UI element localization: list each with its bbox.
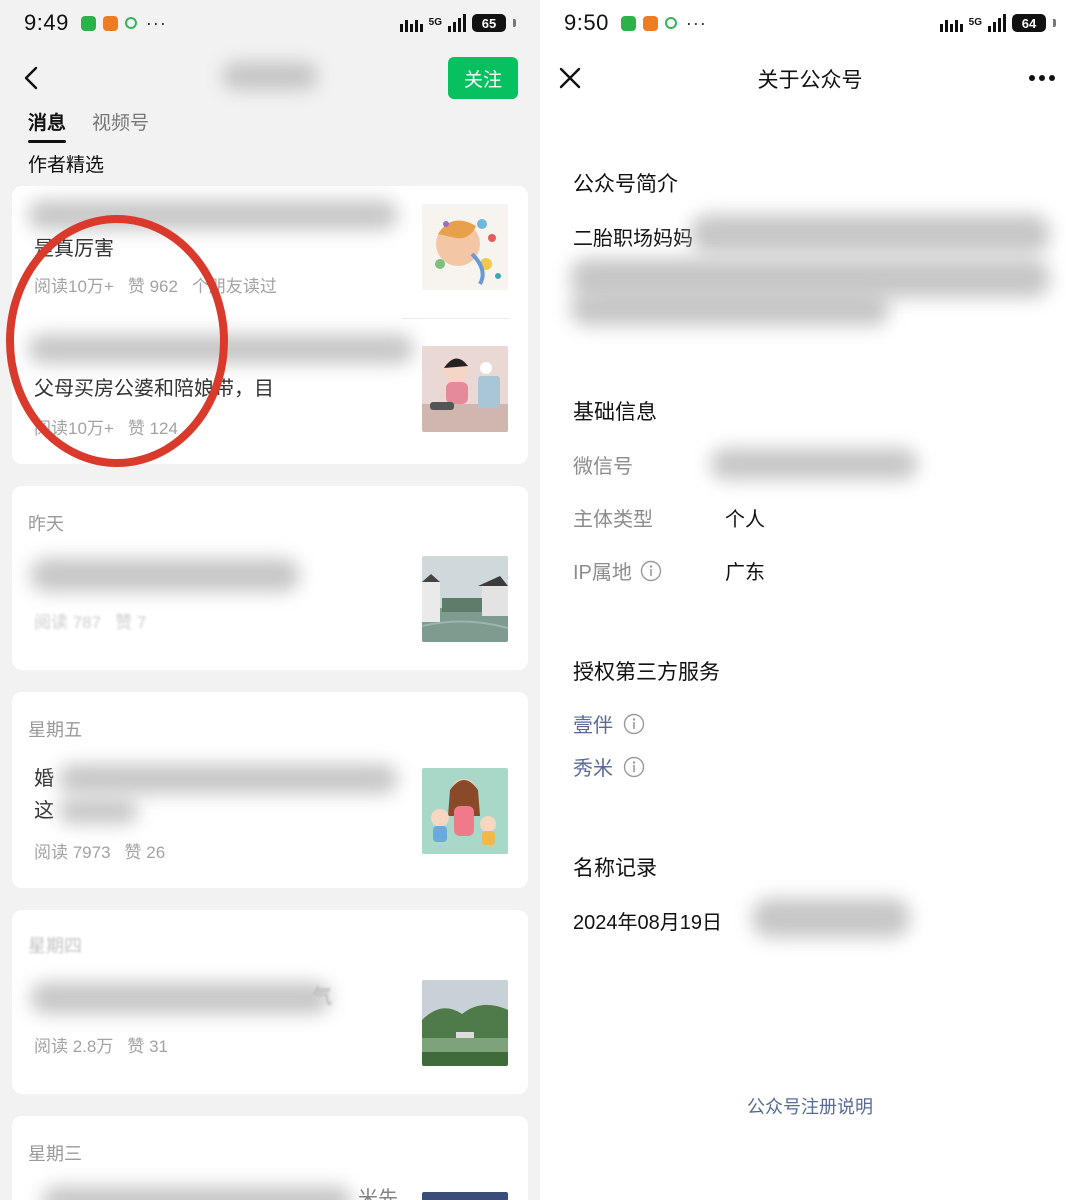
- date-group-card: 昨天 阅读 787 赞 7: [12, 486, 528, 670]
- article-stats: 阅读 2.8万 赞 31: [34, 1032, 168, 1057]
- third-party-heading: 授权第三方服务: [573, 661, 720, 684]
- ip-location-label: IP属地: [573, 556, 662, 585]
- article-thumbnail: [422, 768, 508, 854]
- ip-location-value: 广东: [725, 562, 765, 584]
- like-count: 赞 26: [124, 843, 166, 862]
- article-thumbnail: [422, 204, 508, 290]
- title-blurred: [58, 764, 398, 794]
- read-count: 阅读 787: [34, 613, 102, 632]
- intro-text-blurred: [570, 292, 890, 326]
- group-date: 星期四: [28, 936, 82, 956]
- article-title: 米先: [358, 1188, 398, 1200]
- signal-icon: [448, 14, 466, 32]
- title-blurred: [42, 1186, 352, 1200]
- wechat-icon: [80, 15, 96, 31]
- about-header: 关于公众号: [540, 50, 1080, 106]
- status-time: 9:50: [564, 10, 609, 35]
- article-thumbnail: [422, 1192, 508, 1200]
- back-icon[interactable]: [18, 64, 46, 92]
- name-history-date: 2024年08月19日: [573, 912, 722, 934]
- taobao-icon: [642, 15, 658, 31]
- name-history-blurred: [752, 898, 910, 938]
- info-icon[interactable]: [623, 713, 645, 735]
- like-count: 赞 7: [115, 613, 147, 632]
- article-item[interactable]: 婚 这 阅读 7973 赞 26: [12, 748, 528, 888]
- more-notifications-icon: ···: [685, 12, 707, 33]
- article-item[interactable]: 米先: [12, 1172, 528, 1200]
- registration-info-link[interactable]: 公众号注册说明: [540, 1093, 1080, 1119]
- content-tabs: 消息 视频号: [28, 108, 149, 143]
- info-icon[interactable]: [640, 560, 662, 582]
- article-stats: 阅读 787 赞 7: [34, 608, 146, 633]
- read-count: 阅读 7973: [34, 843, 111, 862]
- wechat-id-blurred: [710, 448, 918, 480]
- router-icon: [939, 14, 963, 32]
- more-icon[interactable]: [1028, 74, 1056, 82]
- tab-channels[interactable]: 视频号: [92, 108, 149, 143]
- article-item[interactable]: 阅读 787 赞 7: [12, 542, 528, 670]
- date-group-card: 星期五 婚 这 阅读 7973 赞 26: [12, 692, 528, 888]
- wechat-icon: [620, 15, 636, 31]
- third-party-service-1[interactable]: 壹伴: [573, 709, 645, 738]
- third-party-service-2[interactable]: 秀米: [573, 752, 645, 781]
- like-count: 赞 31: [127, 1037, 168, 1056]
- router-icon: [399, 14, 423, 32]
- account-header: 关注: [0, 50, 540, 106]
- info-icon[interactable]: [623, 756, 645, 778]
- about-account-screen: 9:50 ··· 5G 64 关于公众号 公众号简介 二胎职场妈妈 基础信息 微…: [540, 0, 1080, 1200]
- page-title: 关于公众号: [757, 69, 863, 92]
- recycle-icon: [124, 17, 137, 29]
- intro-text: 二胎职场妈妈: [573, 228, 693, 250]
- article-item[interactable]: 气 阅读 2.8万 赞 31: [12, 966, 528, 1094]
- official-account-messages-screen: 9:49 ··· 5G 65 关注 消息 视频号 作者精选 是真厉害 阅读10万…: [0, 0, 540, 1200]
- date-group-card: 星期四 气 阅读 2.8万 赞 31: [12, 910, 528, 1094]
- article-thumbnail: [422, 980, 508, 1066]
- date-group-card: 星期三 米先: [12, 1116, 528, 1200]
- more-notifications-icon: ···: [145, 12, 167, 33]
- article-thumbnail: [422, 556, 508, 642]
- status-bar: 9:50 ··· 5G 64: [540, 0, 1080, 46]
- account-name-blurred: [222, 62, 318, 90]
- name-history-heading: 名称记录: [573, 857, 657, 880]
- tab-messages[interactable]: 消息: [28, 108, 67, 143]
- title-blurred: [30, 558, 300, 592]
- entity-type-label: 主体类型: [573, 509, 653, 531]
- basic-info-heading: 基础信息: [573, 401, 657, 424]
- article-stats: 阅读 7973 赞 26: [34, 838, 165, 863]
- highlight-annotation-circle: [6, 215, 228, 467]
- recycle-icon: [664, 17, 677, 29]
- signal-icon: [988, 14, 1006, 32]
- featured-section-title: 作者精选: [28, 155, 105, 176]
- entity-type-value: 个人: [725, 509, 765, 531]
- wechat-id-label: 微信号: [573, 456, 633, 478]
- group-date: 星期五: [28, 720, 82, 740]
- network-type: 5G: [968, 17, 982, 28]
- group-date: 星期三: [28, 1144, 82, 1164]
- status-bar: 9:49 ··· 5G 65: [0, 0, 540, 46]
- taobao-icon: [102, 15, 118, 31]
- title-blurred: [30, 982, 330, 1014]
- status-time: 9:49: [24, 10, 69, 35]
- battery-icon: 65: [472, 14, 506, 32]
- article-thumbnail: [422, 346, 508, 432]
- read-count: 阅读 2.8万: [34, 1037, 114, 1056]
- network-type: 5G: [428, 17, 442, 28]
- battery-icon: 64: [1012, 14, 1046, 32]
- intro-heading: 公众号简介: [573, 173, 678, 196]
- group-date: 昨天: [28, 514, 64, 534]
- follow-button[interactable]: 关注: [448, 57, 518, 99]
- title-blurred: [58, 798, 138, 824]
- intro-text-blurred: [690, 214, 1050, 254]
